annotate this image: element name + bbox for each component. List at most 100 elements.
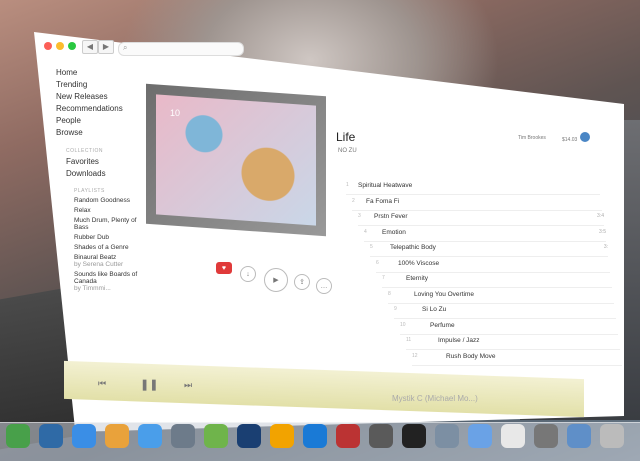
- track-row[interactable]: 6 100% Viscose: [376, 260, 610, 273]
- track-duration: 3:4: [597, 213, 604, 219]
- folder-dock-icon[interactable]: [468, 424, 492, 448]
- track-row[interactable]: 11 Impulse / Jazz: [406, 337, 620, 350]
- album-artist[interactable]: NO ZU: [338, 148, 357, 154]
- playlist-item[interactable]: Shades of a Genre: [74, 244, 150, 251]
- preview-dock-icon[interactable]: [435, 424, 459, 448]
- fast-forward-icon: ⏭: [184, 380, 193, 390]
- sidebar-item-browse[interactable]: Browse: [56, 128, 123, 137]
- sidebar-item-trending[interactable]: Trending: [56, 80, 123, 89]
- heart-icon: ♥: [221, 264, 227, 272]
- pause-button[interactable]: ❚❚: [140, 378, 158, 391]
- track-row[interactable]: 2 Fa Foma Fi: [352, 198, 602, 211]
- photoshop-dock-icon[interactable]: [237, 424, 261, 448]
- sidebar-item-favorites[interactable]: Favorites: [66, 157, 106, 166]
- collection-header: COLLECTION: [66, 148, 103, 154]
- previous-button[interactable]: ⏮: [98, 378, 106, 389]
- track-number: 11: [406, 337, 412, 343]
- now-playing-title: Mystik C (Michael Mo...): [392, 394, 478, 403]
- sidebar-nav: Home Trending New Releases Recommendatio…: [56, 68, 123, 140]
- favorite-button[interactable]: ♥: [216, 262, 232, 274]
- minimize-button[interactable]: [56, 42, 64, 50]
- share-icon: ⇪: [299, 279, 305, 286]
- tower-dock-icon[interactable]: [303, 424, 327, 448]
- track-row[interactable]: 7 Eternity: [382, 275, 612, 288]
- user-name[interactable]: Tim Brookes: [518, 135, 546, 141]
- sidebar-item-home[interactable]: Home: [56, 68, 123, 77]
- avatar[interactable]: [580, 132, 590, 142]
- downloads-dock-icon[interactable]: [567, 424, 591, 448]
- collection-section: COLLECTION Favorites Downloads: [66, 148, 106, 181]
- trello-dock-icon[interactable]: [39, 424, 63, 448]
- more-button[interactable]: …: [316, 278, 332, 294]
- track-title: Si Lo Zu: [422, 306, 447, 313]
- sidebar-item-downloads[interactable]: Downloads: [66, 169, 106, 178]
- playlists-section: PLAYLISTS Random Goodness Relax Much Dru…: [74, 188, 150, 295]
- track-title: Emotion: [382, 228, 406, 236]
- playlist-item[interactable]: Rubber Dub: [74, 234, 150, 241]
- track-row[interactable]: 5 Telepathic Body 3:: [370, 244, 608, 257]
- track-title: Rush Body Move: [446, 352, 496, 360]
- track-number: 10: [400, 321, 406, 328]
- track-row[interactable]: 12 Rush Body Move: [412, 353, 622, 366]
- track-number: 8: [388, 290, 391, 297]
- track-title: Telepathic Body: [390, 244, 436, 251]
- track-duration: 3:: [603, 244, 608, 250]
- playlist-item[interactable]: Sounds like Boards of Canada by Timmmi...: [74, 271, 150, 292]
- track-row[interactable]: 1 Spiritual Heatwave: [346, 182, 600, 195]
- track-row[interactable]: 8 Loving You Overtime: [388, 291, 614, 304]
- download-button[interactable]: ↓: [240, 266, 256, 282]
- photo-booth-dock-icon[interactable]: [171, 424, 195, 448]
- share-button[interactable]: ⇪: [294, 274, 310, 290]
- track-number: 2: [352, 197, 355, 204]
- scripts-dock-icon[interactable]: [336, 424, 360, 448]
- trash-dock-icon[interactable]: [600, 424, 624, 448]
- track-number: 4: [364, 228, 367, 235]
- pause-icon: ❚❚: [140, 379, 159, 391]
- album-art: [146, 83, 326, 237]
- track-number: 5: [370, 244, 373, 250]
- sidebar-item-people[interactable]: People: [56, 116, 123, 125]
- search-icon: ⌕: [123, 43, 128, 52]
- art-number-bottom: 10: [318, 252, 329, 262]
- playlist-item[interactable]: Binaural Beatz by Serena Cutter: [74, 254, 150, 268]
- zoom-button[interactable]: [68, 42, 76, 50]
- search-input[interactable]: ⌕: [118, 42, 244, 56]
- next-button[interactable]: ⏭: [184, 380, 192, 391]
- album-title: Life: [336, 130, 356, 144]
- track-row[interactable]: 4 Emotion 3:5: [364, 229, 606, 242]
- track-title: Fa Foma Fi: [366, 197, 400, 205]
- track-duration: 3:5: [599, 228, 606, 235]
- messages-dock-icon[interactable]: [138, 424, 162, 448]
- forward-button[interactable]: ▶: [98, 40, 114, 54]
- evernote-dock-icon[interactable]: [204, 424, 228, 448]
- track-number: 1: [346, 182, 349, 188]
- track-number: 9: [394, 306, 397, 312]
- mint-dock-icon[interactable]: [6, 424, 30, 448]
- rewind-icon: ⏮: [98, 378, 107, 388]
- track-title: Prstn Fever: [374, 213, 408, 220]
- sublime-dock-icon[interactable]: [270, 424, 294, 448]
- terminal-dock-icon[interactable]: [402, 424, 426, 448]
- playlists-header: PLAYLISTS: [74, 188, 105, 194]
- playlist-item[interactable]: Random Goodness: [74, 197, 150, 204]
- track-row[interactable]: 10 Perfume: [400, 322, 618, 335]
- safari-dock-icon[interactable]: [72, 424, 96, 448]
- close-button[interactable]: [44, 42, 52, 50]
- track-number: 3: [358, 213, 361, 219]
- playlist-item[interactable]: Much Drum, Plenty of Bass: [74, 217, 150, 231]
- sidebar-item-new-releases[interactable]: New Releases: [56, 92, 123, 101]
- playlist-item[interactable]: Relax: [74, 207, 150, 214]
- sidebar-item-recommendations[interactable]: Recommendations: [56, 104, 123, 113]
- chrome-dock-icon[interactable]: [105, 424, 129, 448]
- back-button[interactable]: ◀: [82, 40, 98, 54]
- track-title: Perfume: [430, 321, 455, 329]
- track-row[interactable]: 3 Prstn Fever 3:4: [358, 213, 604, 226]
- track-row[interactable]: 9 Si Lo Zu: [394, 306, 616, 319]
- image-dock-icon[interactable]: [534, 424, 558, 448]
- track-title: 100% Viscose: [398, 259, 440, 267]
- track-title: Loving You Overtime: [414, 290, 474, 298]
- play-icon: ▶: [273, 277, 279, 284]
- finder-dock-icon[interactable]: [369, 424, 393, 448]
- doc-dock-icon[interactable]: [501, 424, 525, 448]
- play-album-button[interactable]: ▶: [264, 268, 288, 292]
